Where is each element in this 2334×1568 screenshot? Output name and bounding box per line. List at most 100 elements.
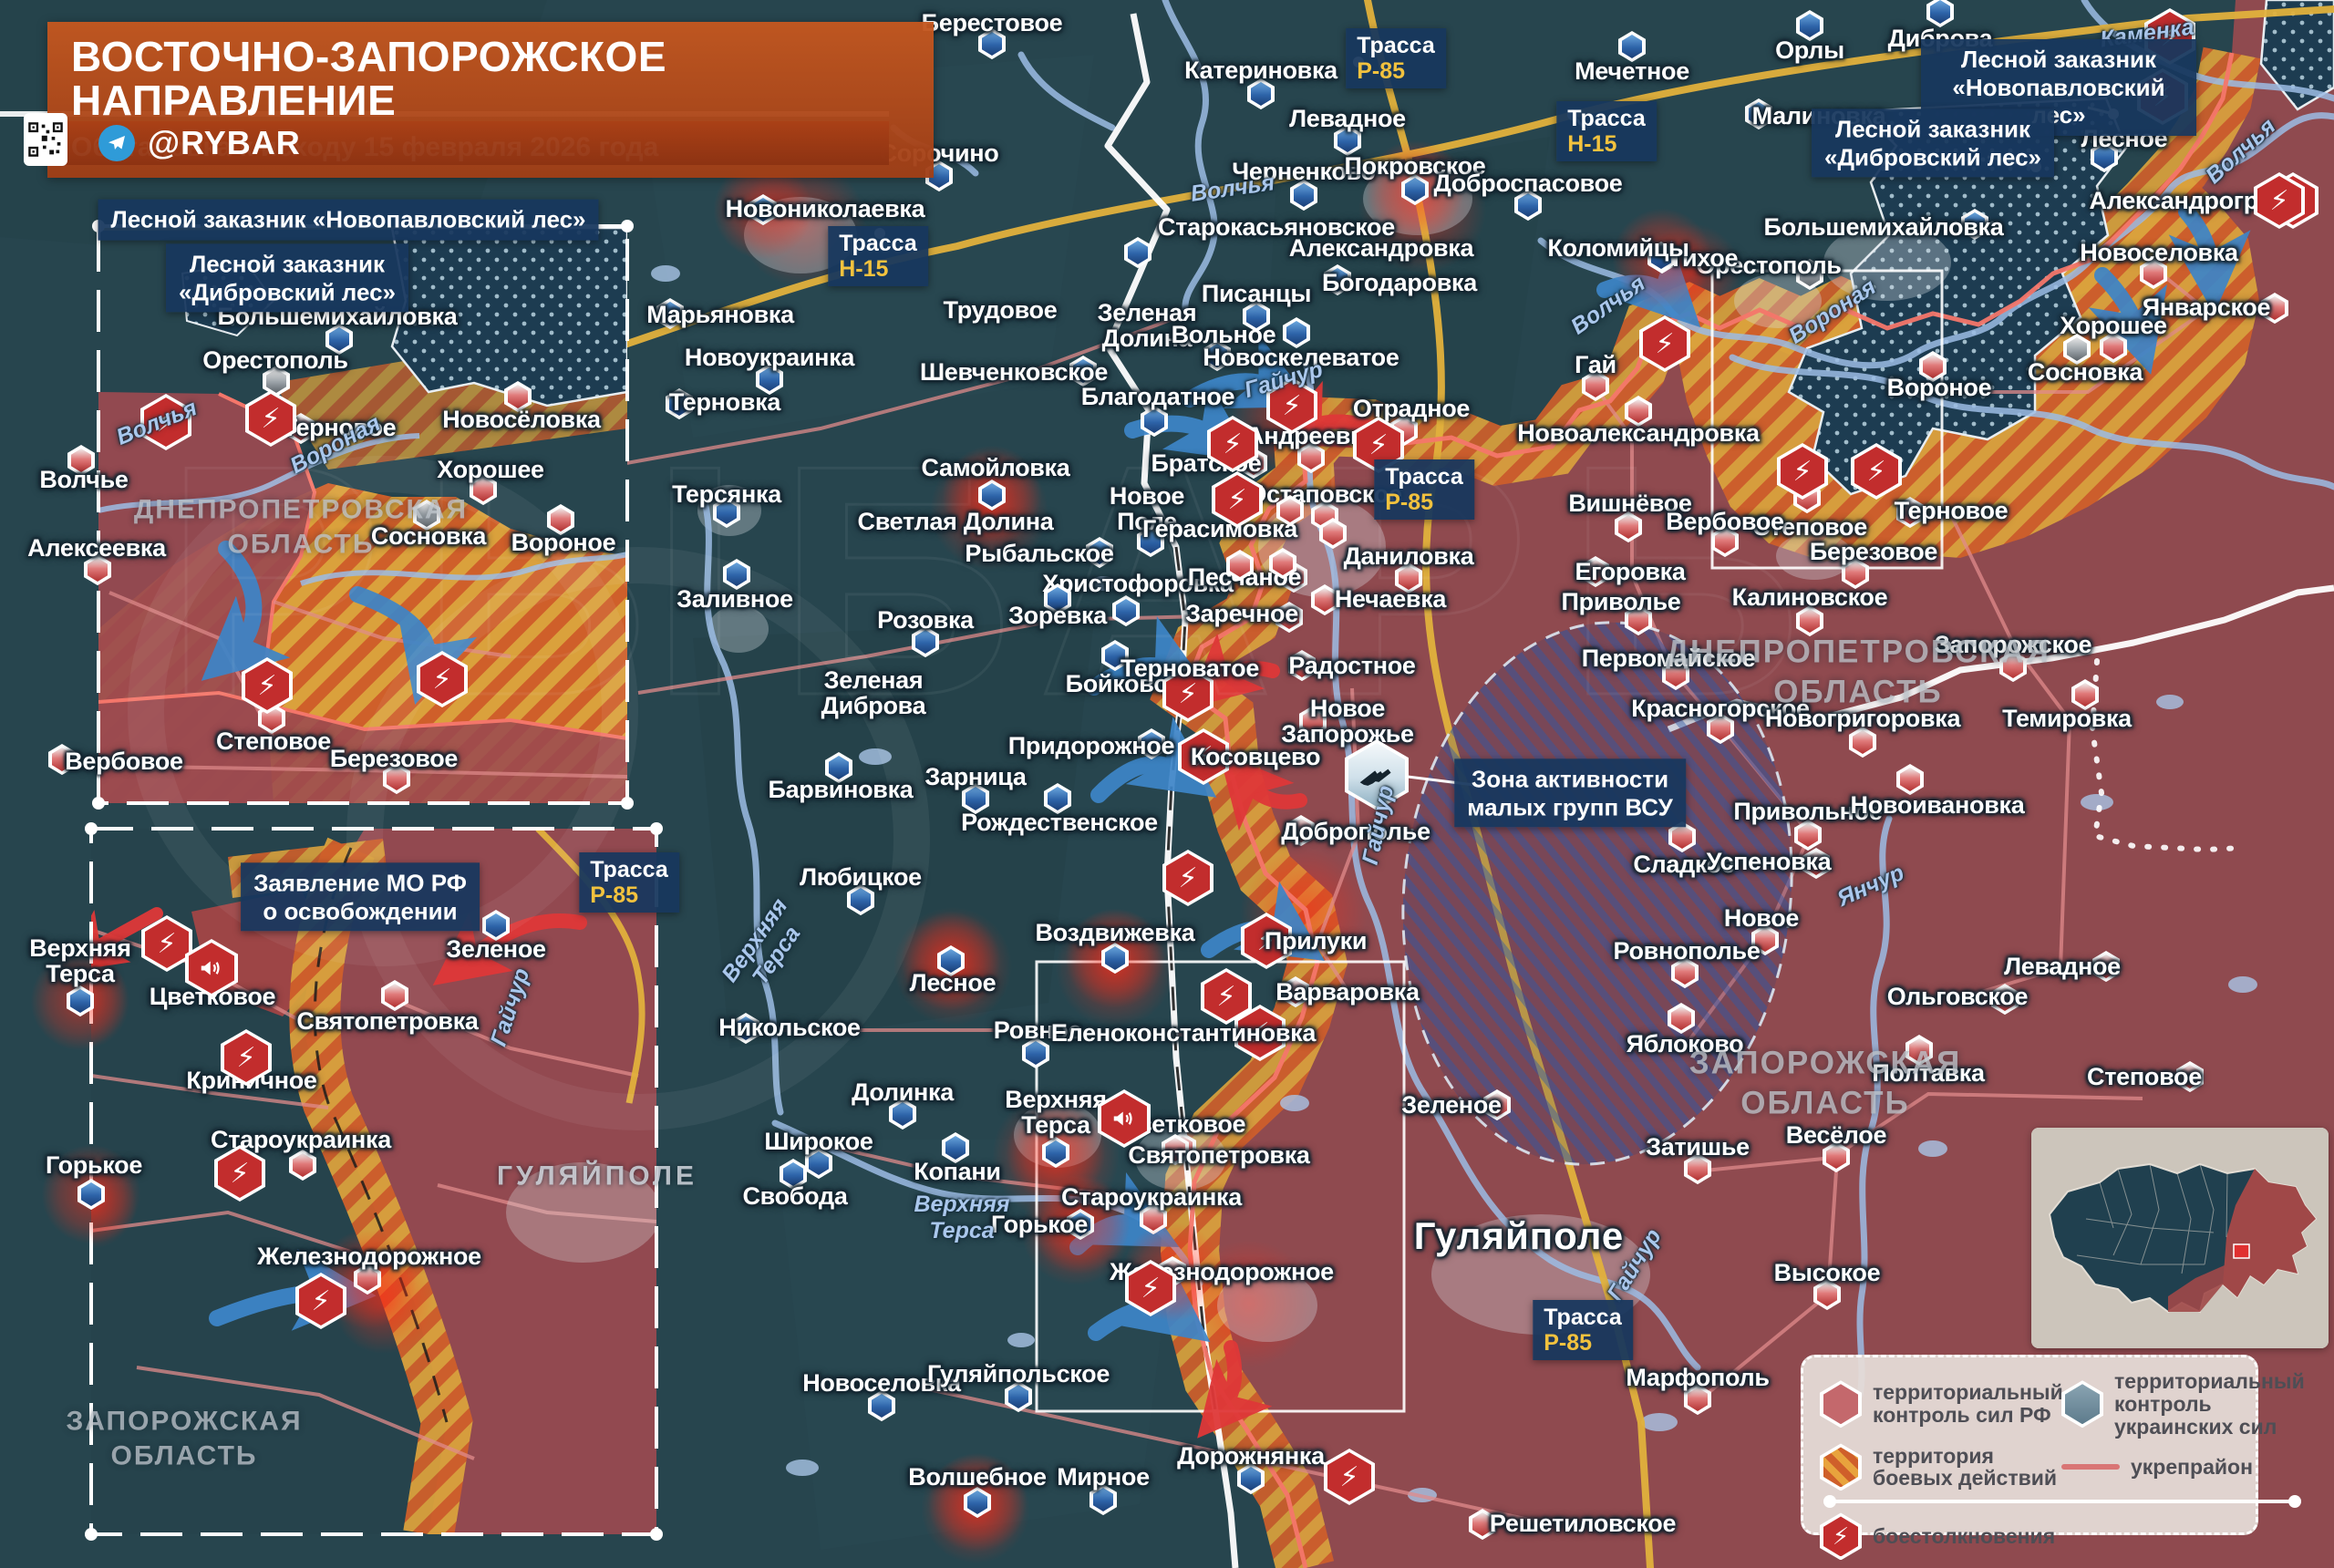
info-callout: Заявление МО РФ о освобождении [241, 862, 480, 931]
clash-marker: ⚡ [221, 1029, 272, 1086]
channel-badge[interactable]: @RYBAR [64, 121, 889, 165]
town-marker-grey [1796, 259, 1823, 290]
clash-icon: ⚡ [1820, 1512, 1862, 1560]
road-callout-name: Трасса [1544, 1305, 1622, 1330]
rf-marker [1276, 495, 1304, 526]
town-marker-ua [1961, 209, 1988, 240]
town: Сладкое [1633, 851, 1734, 877]
town: Герасимовка [1142, 516, 1297, 542]
town: Зеленая Диброва [821, 667, 926, 718]
town-marker-ua [868, 1390, 895, 1421]
town-marker-rf [1275, 602, 1303, 633]
town-marker-ua [1290, 180, 1317, 211]
town-marker-ua [1022, 1037, 1049, 1068]
town: Благодатное [1081, 384, 1235, 409]
town-marker-rf [1842, 558, 1869, 589]
town-label: Гуляйполе [1414, 1216, 1624, 1256]
town-marker-ua [1086, 537, 1113, 568]
town-marker-grey [2063, 334, 2091, 365]
town: Старокасьяновское [1158, 214, 1395, 240]
town-label: Сладкое [1633, 851, 1734, 877]
town: Зеленая Долина [1098, 300, 1197, 351]
road-callout-name: Трасса [1357, 33, 1435, 58]
town-label: Мечетное [1575, 58, 1689, 84]
clash-marker: ⚡ [141, 915, 192, 972]
qr-pattern [27, 121, 64, 158]
town-label: Степовое [1752, 514, 1867, 540]
telegram-icon [98, 125, 135, 161]
region-label: ДНЕПРОПЕТРОВСКАЯ ОБЛАСТЬ [134, 493, 468, 562]
town-label: Александровка [1289, 235, 1474, 261]
town-marker-rf [1282, 976, 1309, 1007]
clash-marker: ⚡ [1162, 850, 1213, 906]
town-label: Святопетровка [1128, 1142, 1309, 1168]
town: Заливное [676, 586, 793, 612]
clash-marker: ⚡ [417, 651, 468, 707]
town-marker-ua [962, 783, 989, 814]
legend-item-combat: территория боевых действий [1820, 1443, 2061, 1491]
town-marker-ua [780, 1159, 807, 1190]
town: Гуляйполе [1414, 1216, 1624, 1256]
town-marker-rf [547, 504, 574, 535]
road-callout-number: Р-85 [590, 882, 668, 908]
town-marker-rf [2176, 1061, 2204, 1092]
legend-label: территориальный контроль украинских сил [2114, 1370, 2305, 1438]
town-marker-rf [1287, 815, 1315, 846]
town-label: Благодатное [1081, 384, 1235, 409]
town-marker-ua [1044, 783, 1071, 814]
town-marker-ua [1203, 340, 1231, 371]
town-label: Отрадное [1353, 396, 1470, 421]
town: Степовое [1752, 514, 1867, 540]
town-marker-rf [2261, 293, 2288, 324]
legend-label: территория боевых действий [1873, 1445, 2061, 1491]
town-marker-rf [2071, 679, 2099, 710]
town-marker-ua [1283, 317, 1310, 348]
town-marker-rf [1991, 984, 2019, 1015]
clash-marker: ⚡ [242, 657, 293, 714]
region-label: ЗАПОРОЖСКАЯ ОБЛАСТЬ [66, 1405, 302, 1473]
town-marker-ua [1618, 31, 1646, 62]
town-marker-ua [1069, 356, 1097, 387]
town-label: Герасимовка [1142, 516, 1297, 542]
info-callout: Лесной заказник «Дибровский лес» [1812, 108, 2054, 177]
legend-divider [1825, 1500, 2299, 1503]
town-marker-rf [1297, 442, 1325, 473]
town-marker-ua [1005, 1381, 1032, 1412]
road-callout-name: Трасса [590, 857, 668, 882]
town-marker-ua [912, 626, 939, 657]
town-marker-rf [1483, 1089, 1511, 1120]
region-label: ЗАПОРОЖСКАЯ ОБЛАСТЬ [1689, 1043, 1962, 1123]
town-marker-rf [289, 1150, 316, 1181]
road-callout-number: Н-15 [839, 256, 917, 282]
town-label: Заливное [676, 586, 793, 612]
river-label: Верхняя Терса [914, 1191, 1009, 1244]
town-label: Решетиловское [1490, 1511, 1676, 1536]
map-title: ВОСТОЧНО-ЗАПОРОЖСКОЕ НАПРАВЛЕНИЕ [71, 35, 910, 123]
qr-code [24, 113, 67, 166]
town-label: Копани [914, 1159, 1000, 1184]
rf-control-icon [1820, 1380, 1862, 1428]
town-label: Бойково [1066, 671, 1169, 696]
map-legend: территориальный контроль сил РФ территор… [1801, 1355, 2258, 1535]
town-marker-rf [1823, 1141, 1850, 1172]
clash-marker: ⚡ [1212, 471, 1263, 528]
channel-handle: @RYBAR [148, 124, 301, 162]
town-marker-ua [713, 497, 740, 528]
town: Решетиловское [1490, 1511, 1676, 1536]
town-marker-ua [1745, 98, 1772, 129]
town: Приволье [1562, 589, 1681, 614]
town: Бойково [1066, 671, 1169, 696]
legend-label: боестолкновения [1873, 1525, 2055, 1548]
town-marker-rf [1582, 370, 1609, 401]
clash-marker: ⚡ [214, 1145, 265, 1202]
town: Сосновка [2028, 359, 2143, 385]
town-marker-rf [1299, 706, 1327, 737]
river-label: Гайчур [1602, 1224, 1667, 1306]
town-marker-rf [1707, 713, 1734, 744]
town-marker-rf [383, 763, 410, 794]
town-marker-rf [470, 474, 497, 505]
rf-marker [1226, 550, 1254, 581]
river-label: Янчур [1833, 860, 1908, 913]
town-marker-ua [1090, 1484, 1117, 1515]
town-marker-ua [325, 324, 353, 355]
